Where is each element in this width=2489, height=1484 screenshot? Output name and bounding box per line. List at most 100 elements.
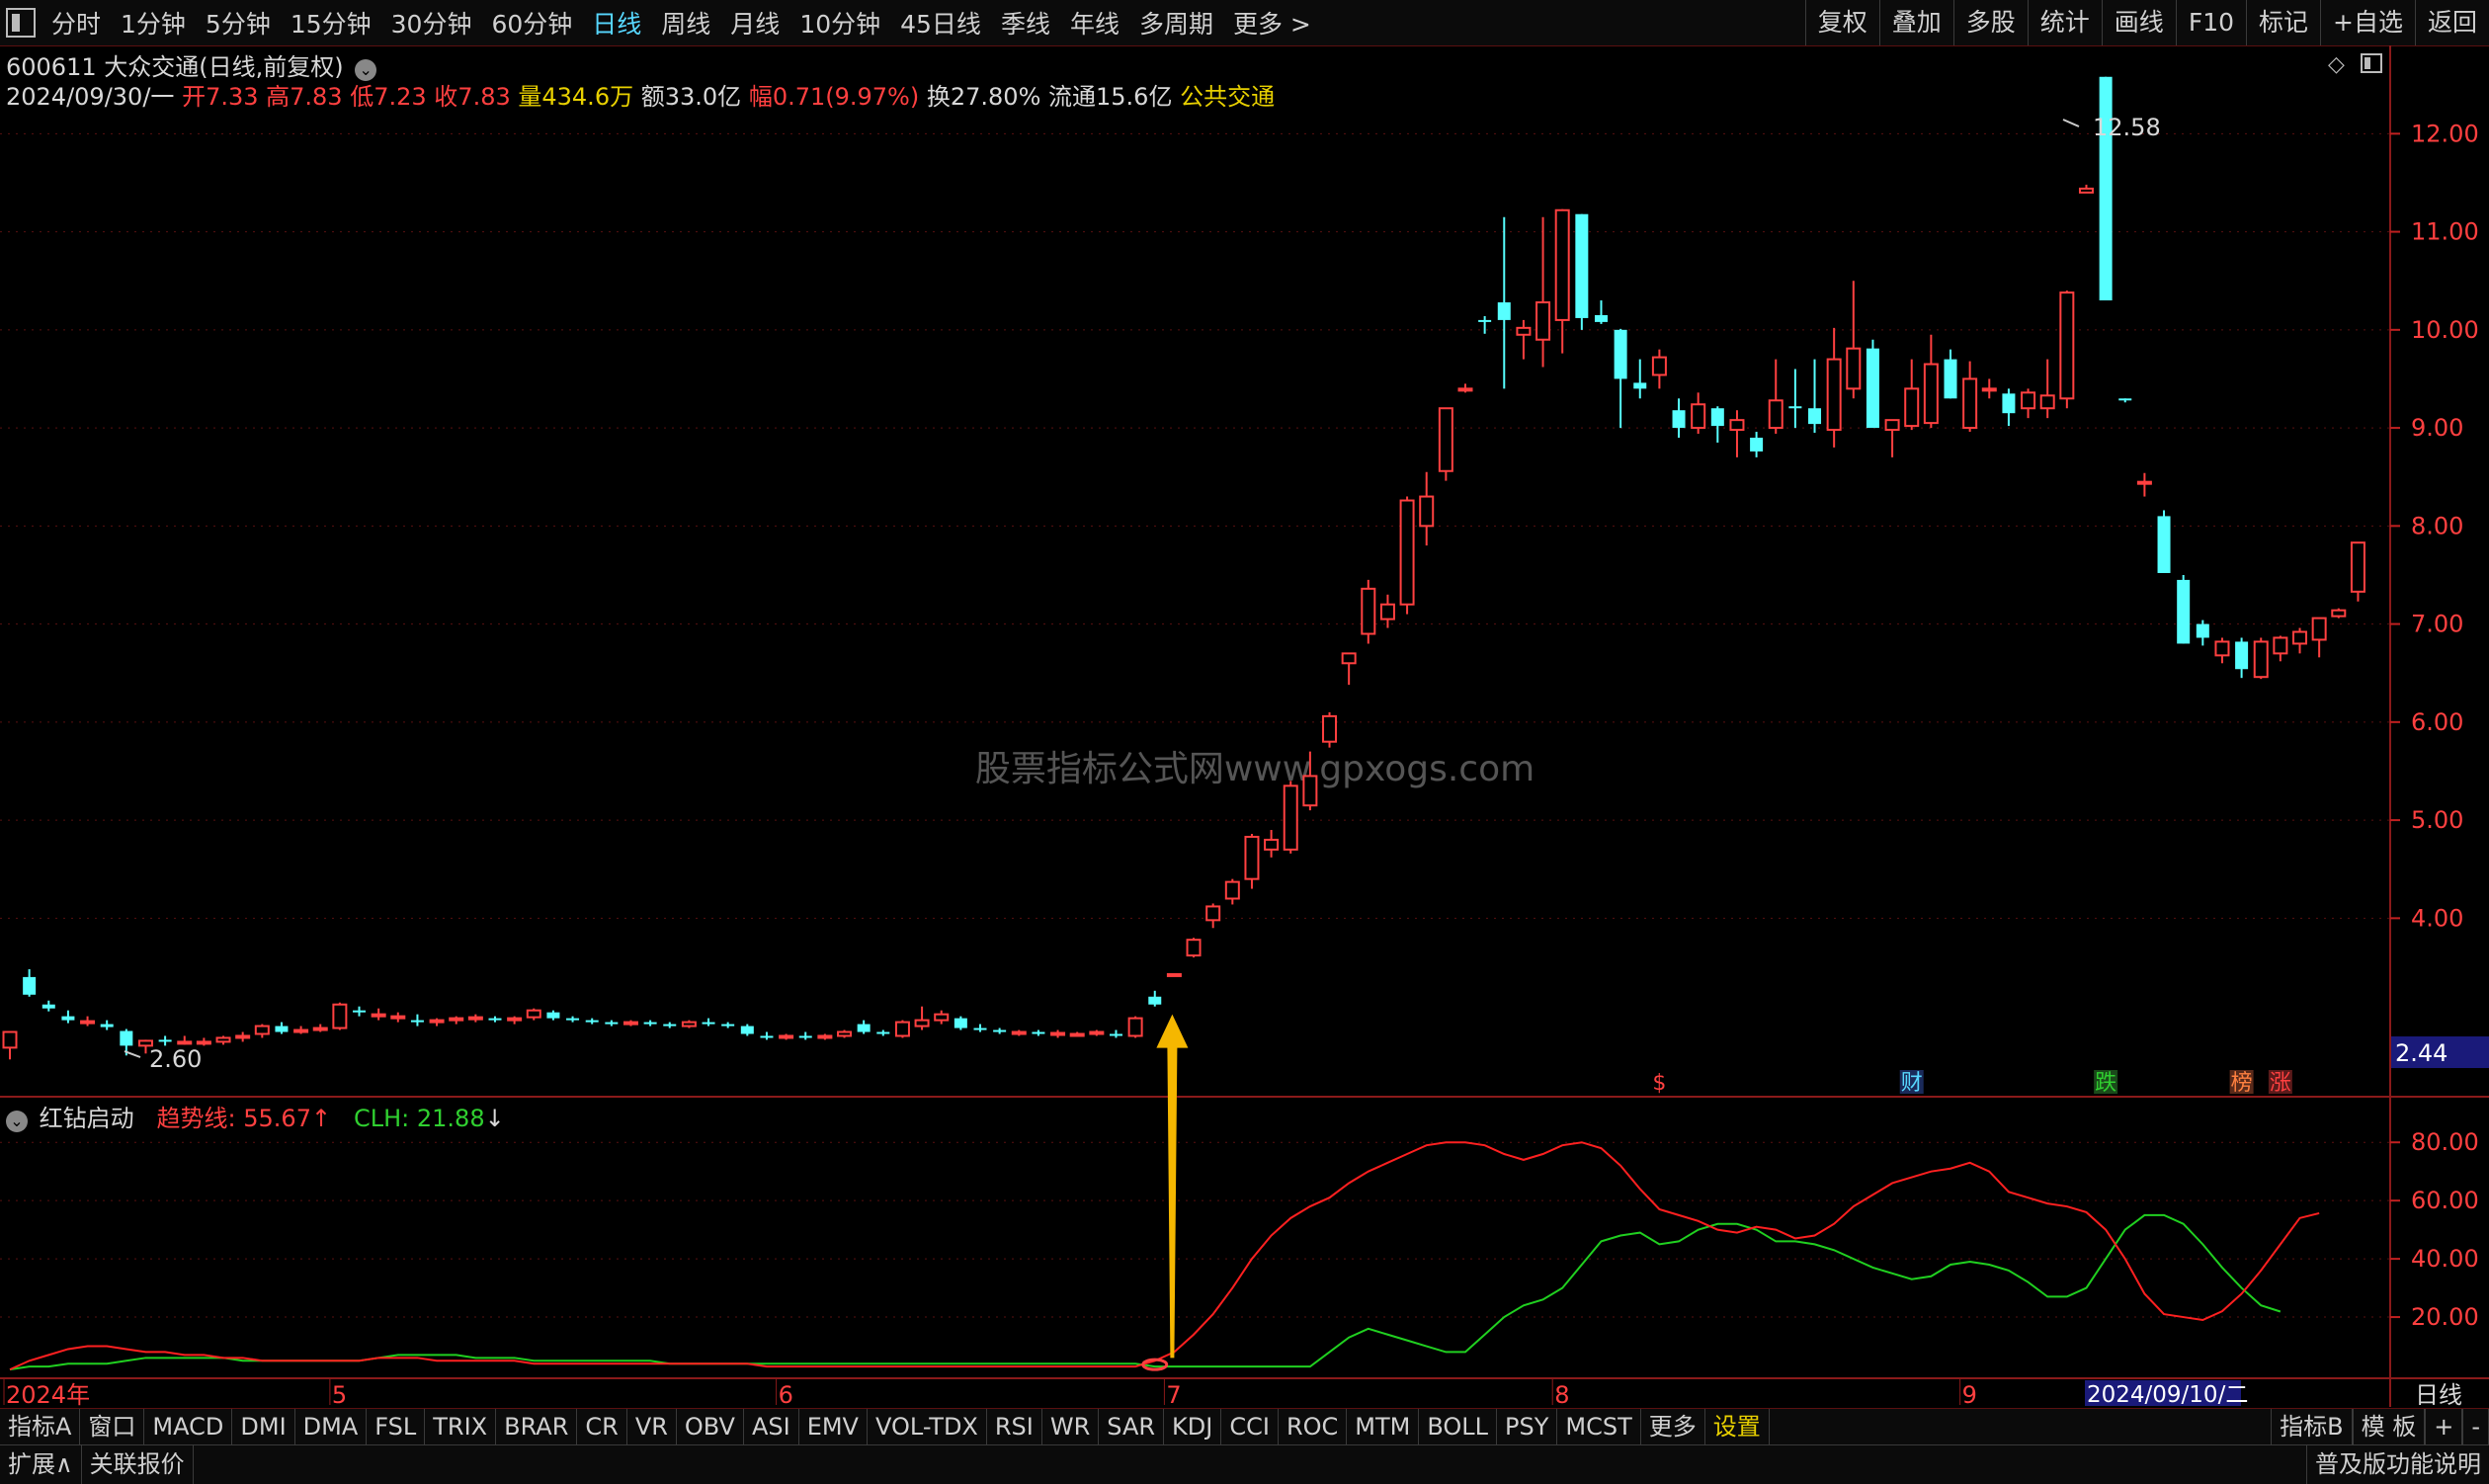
price-ticks: 12.00 11.00 10.00 9.00 8.00 7.00 6.00 5.00 4.00: [2390, 120, 2479, 932]
indicator-tab[interactable]: WR: [1042, 1409, 1100, 1444]
candle-body-up: [2214, 640, 2230, 657]
candle-body-down: [23, 976, 37, 995]
candle-body-down: [1032, 1031, 1045, 1034]
panel-layout-icon-fill: [2365, 57, 2370, 69]
candle-body-down: [973, 1028, 987, 1031]
price-tick-label: 6.00: [2411, 708, 2463, 736]
indicator-tab[interactable]: 指标A: [0, 1409, 81, 1444]
indicator-tab[interactable]: MCST: [1557, 1409, 1641, 1444]
indicator-tab[interactable]: RSI: [987, 1409, 1042, 1444]
candle-body-down: [760, 1035, 774, 1038]
candle-body-up: [914, 1019, 930, 1028]
candle-body-down: [41, 1004, 55, 1009]
candle-body-up: [429, 1019, 445, 1024]
price-tick-label: 5.00: [2411, 806, 2463, 834]
candle-body-up: [1283, 784, 1298, 851]
indicator-tab[interactable]: 窗口: [80, 1409, 145, 1444]
event-marker[interactable]: 财: [1901, 1071, 1923, 1096]
indicator-tab-right[interactable]: 指标B: [2271, 1409, 2353, 1444]
expand-button[interactable]: 扩展∧: [0, 1445, 82, 1484]
event-marker[interactable]: $: [1652, 1071, 1666, 1096]
indicator-tab-right[interactable]: -: [2462, 1409, 2489, 1444]
candle-body-down: [663, 1024, 677, 1027]
indicator-tab[interactable]: 设置: [1705, 1409, 1770, 1444]
indicator-tab-right[interactable]: +: [2425, 1409, 2463, 1444]
candle-body-down: [61, 1016, 75, 1021]
candle-body-down: [1944, 359, 1957, 399]
indicator-tab[interactable]: OBV: [677, 1409, 744, 1444]
indicator-tab[interactable]: ASI: [744, 1409, 799, 1444]
candle-body-down: [1750, 438, 1764, 452]
event-marker[interactable]: 榜: [2231, 1071, 2253, 1096]
candle-body-up: [1516, 326, 1532, 336]
indicator-tab[interactable]: ROC: [1279, 1409, 1348, 1444]
candle-body-up: [934, 1013, 950, 1022]
candle-body-down: [566, 1018, 580, 1021]
kline-chart[interactable]: 股票指标公式网www.gpxogs.com 12.00 11.00 10.00 9.0…: [0, 0, 2489, 1407]
candle-body-up: [1904, 387, 1920, 428]
candle-body-up: [312, 1027, 328, 1031]
clh-value: 21.88: [416, 1105, 485, 1132]
candle-body-up: [2292, 630, 2308, 645]
candle-body-down: [158, 1039, 172, 1042]
candle-body-up: [1923, 363, 1939, 425]
candle-body-up: [1089, 1031, 1105, 1035]
breakout-arrow: [1156, 1014, 1189, 1359]
price-tick-label: 8.00: [2411, 512, 2463, 539]
candle-body-up: [837, 1031, 853, 1037]
indicator-tab[interactable]: TRIX: [425, 1409, 497, 1444]
indicator-tab[interactable]: VOL-TDX: [868, 1409, 987, 1444]
indicator-tab[interactable]: 更多: [1641, 1409, 1705, 1444]
candle-body-down: [643, 1022, 657, 1025]
candle-body-down: [605, 1022, 619, 1025]
chevron-down-icon[interactable]: ⌄: [6, 1111, 28, 1132]
candle-body-up: [1205, 905, 1221, 922]
indicator-tab[interactable]: DMI: [232, 1409, 295, 1444]
indicator-tabs: 指标A 窗口 MACD DMI DMA FSL TRIX BRAR CR VR OBV ASI EMV V…: [0, 1409, 1770, 1444]
candle-body-down: [740, 1026, 754, 1034]
linked-quote-button[interactable]: 关联报价: [82, 1445, 194, 1484]
candle-body-up: [2136, 480, 2152, 485]
candle-body-up: [2350, 541, 2365, 593]
indicator-tab[interactable]: SAR: [1099, 1409, 1165, 1444]
indicator-tab[interactable]: DMA: [295, 1409, 368, 1444]
candle-body-down: [2118, 398, 2132, 401]
candle-body-down: [2177, 579, 2191, 644]
indicator-tab[interactable]: CR: [577, 1409, 627, 1444]
indicator-tab[interactable]: EMV: [799, 1409, 868, 1444]
price-grid: [0, 132, 2390, 919]
clh-line: [9, 1213, 2282, 1371]
candle-body-up: [1264, 838, 1280, 851]
candle-body-down: [1788, 406, 1802, 409]
indicator-tab[interactable]: KDJ: [1164, 1409, 1222, 1444]
candles: [2, 76, 2365, 1060]
candle-body-down: [1710, 408, 1724, 427]
event-marker[interactable]: 跌: [2095, 1071, 2116, 1096]
candle-body-down: [353, 1010, 367, 1013]
indicator-tab[interactable]: MACD: [144, 1409, 233, 1444]
edition-info-link[interactable]: 普及版功能说明: [2306, 1445, 2489, 1484]
time-label: 5: [332, 1381, 347, 1407]
indicator-tab[interactable]: VR: [627, 1409, 677, 1444]
candle-body-down: [410, 1020, 424, 1023]
indicator-tab[interactable]: MTM: [1347, 1409, 1420, 1444]
candle-body-up: [1962, 377, 1978, 430]
indicator-tab[interactable]: CCI: [1221, 1409, 1279, 1444]
indicator-tab[interactable]: BOLL: [1419, 1409, 1498, 1444]
indicator-tab[interactable]: PSY: [1497, 1409, 1558, 1444]
candle-body-down: [1478, 319, 1492, 322]
event-marker[interactable]: 涨: [2270, 1071, 2291, 1096]
indicator-tick-label: 20.00: [2411, 1303, 2479, 1331]
diamond-icon[interactable]: ◇: [2328, 52, 2345, 77]
candle-body-up: [1651, 356, 1667, 376]
time-label: 6: [779, 1381, 793, 1407]
candle-body-up: [1691, 403, 1706, 430]
indicator-tab[interactable]: FSL: [367, 1409, 426, 1444]
indicator-tick-label: 40.00: [2411, 1245, 2479, 1273]
indicator-tab-right[interactable]: 模 板: [2352, 1409, 2426, 1444]
candle-body-up: [293, 1029, 309, 1033]
candle-body-down: [1497, 302, 1511, 320]
min-price-label: 2.60: [149, 1045, 202, 1073]
time-label: 8: [1554, 1381, 1569, 1407]
indicator-tab[interactable]: BRAR: [496, 1409, 578, 1444]
